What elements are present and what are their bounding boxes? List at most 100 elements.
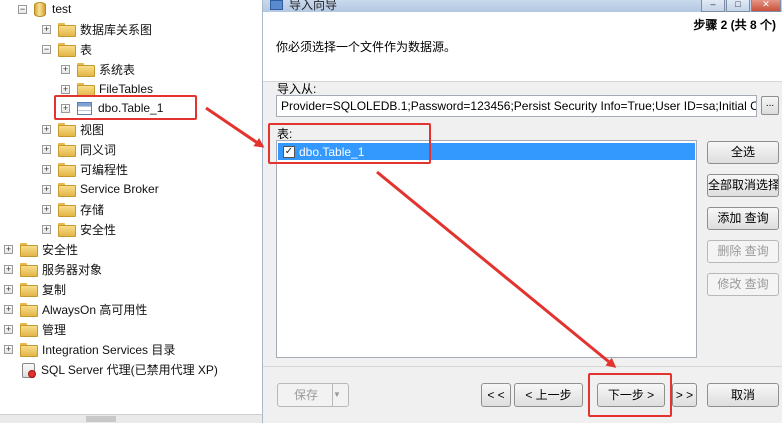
tree-node-system-tables[interactable]: + 系统表 [61, 59, 135, 79]
minimize-button[interactable]: – [701, 0, 725, 12]
tree-node-db-diagrams[interactable]: + 数据库关系图 [42, 19, 152, 39]
folder-icon [58, 123, 76, 137]
tree-node-label: 服务器对象 [42, 262, 103, 277]
folder-icon [58, 43, 76, 57]
add-query-button[interactable]: 添加 查询 [707, 207, 779, 230]
select-all-button[interactable]: 全选 [707, 141, 779, 164]
tree-node-label: 管理 [42, 322, 67, 337]
highlight-box-tree-table [54, 95, 197, 120]
expand-toggle[interactable]: + [61, 64, 70, 74]
instruction-text: 你必须选择一个文件作为数据源。 [276, 40, 457, 54]
folder-icon [58, 183, 76, 197]
tree-node-service-broker[interactable]: + Service Broker [42, 179, 159, 199]
highlight-box-tables-list [268, 123, 431, 164]
tree-node-synonyms[interactable]: + 同义词 [42, 139, 116, 159]
dialog-titlebar: 导入向导 – □ ✕ [263, 0, 782, 12]
expand-toggle[interactable]: + [61, 84, 70, 94]
tables-listbox[interactable]: ✓ dbo.Table_1 [276, 140, 697, 358]
tree-node-label: 存储 [80, 202, 105, 217]
expand-toggle[interactable]: + [42, 144, 51, 154]
expand-toggle[interactable]: + [4, 264, 13, 274]
horizontal-scrollbar[interactable] [0, 414, 262, 423]
folder-icon [20, 323, 38, 337]
tree-node-label: 安全性 [80, 222, 117, 237]
sql-agent-icon [20, 362, 36, 378]
save-label: 保存 [294, 388, 319, 402]
step-indicator: 步骤 2 (共 8 个) [693, 18, 776, 32]
database-icon [34, 1, 46, 17]
tree-node-db-security[interactable]: + 安全性 [42, 219, 116, 239]
tree-node-label: FileTables [99, 82, 154, 96]
folder-icon [20, 263, 38, 277]
object-explorer-tree: − test + 数据库关系图 − 表 + 系统表 + FileTables +… [0, 0, 262, 423]
import-wizard-dialog: 导入向导 – □ ✕ 步骤 2 (共 8 个) 你必须选择一个文件作为数据源。 … [262, 0, 782, 423]
expand-toggle[interactable]: + [4, 284, 13, 294]
folder-icon [58, 223, 76, 237]
expand-toggle[interactable]: + [42, 224, 51, 234]
folder-icon [58, 143, 76, 157]
expand-toggle[interactable]: + [42, 124, 51, 134]
tree-node-label: 数据库关系图 [80, 22, 153, 37]
tree-node-label: Service Broker [80, 182, 159, 196]
expand-toggle[interactable]: + [42, 24, 51, 34]
tree-node-label: 视图 [80, 122, 105, 137]
folder-icon [58, 203, 76, 217]
tree-node-label: 可编程性 [80, 162, 129, 177]
tree-node-label: AlwaysOn 高可用性 [42, 302, 148, 317]
chevron-down-icon[interactable]: ▼ [332, 384, 348, 406]
tree-node-alwayson[interactable]: + AlwaysOn 高可用性 [4, 299, 147, 319]
tree-node-integration-services[interactable]: + Integration Services 目录 [4, 339, 175, 359]
tree-node-server-security[interactable]: + 安全性 [4, 239, 78, 259]
expand-toggle[interactable]: + [4, 344, 13, 354]
expand-toggle[interactable]: + [42, 204, 51, 214]
folder-icon [20, 303, 38, 317]
connection-string-field[interactable]: Provider=SQLOLEDB.1;Password=123456;Pers… [276, 95, 757, 117]
cancel-button[interactable]: 取消 [707, 383, 779, 407]
tree-node-label: test [52, 2, 72, 16]
wizard-app-icon [270, 0, 283, 10]
collapse-toggle[interactable]: − [42, 44, 51, 54]
delete-query-button[interactable]: 删除 查询 [707, 240, 779, 263]
highlight-box-next-button [588, 373, 672, 417]
tree-node-programmability[interactable]: + 可编程性 [42, 159, 128, 179]
maximize-button[interactable]: □ [726, 0, 750, 12]
expand-toggle[interactable]: + [4, 304, 13, 314]
folder-icon [58, 23, 76, 37]
folder-icon [20, 283, 38, 297]
tree-node-label: 复制 [42, 282, 67, 297]
tree-node-management[interactable]: + 管理 [4, 319, 66, 339]
scrollbar-thumb[interactable] [86, 416, 116, 422]
folder-icon [58, 163, 76, 177]
expand-toggle[interactable]: + [42, 164, 51, 174]
folder-icon [77, 83, 95, 97]
folder-icon [77, 63, 95, 77]
tree-node-label: 表 [80, 42, 93, 57]
deselect-all-button[interactable]: 全部取消选择 [707, 174, 779, 197]
folder-icon [20, 343, 38, 357]
last-step-button[interactable]: > > [672, 383, 697, 407]
tree-node-storage[interactable]: + 存储 [42, 199, 104, 219]
tree-node-test-db[interactable]: − test [18, 0, 71, 19]
close-button[interactable]: ✕ [751, 0, 781, 12]
tree-node-label: SQL Server 代理(已禁用代理 XP) [41, 362, 218, 377]
expand-toggle[interactable]: + [4, 324, 13, 334]
folder-icon [20, 243, 38, 257]
expand-toggle[interactable]: + [42, 184, 51, 194]
first-step-button[interactable]: < < [481, 383, 511, 407]
save-button[interactable]: 保存 ▼ [277, 383, 349, 407]
tree-node-sql-agent[interactable]: SQL Server 代理(已禁用代理 XP) [20, 359, 218, 379]
wizard-footer: 保存 ▼ < < < 上一步 下一步 > > > 取消 [263, 366, 782, 423]
expand-toggle[interactable]: + [4, 244, 13, 254]
tree-node-label: 系统表 [99, 62, 136, 77]
tree-node-tables[interactable]: − 表 [42, 39, 92, 59]
modify-query-button[interactable]: 修改 查询 [707, 273, 779, 296]
tree-node-label: 同义词 [80, 142, 117, 157]
browse-button[interactable]: ... [761, 96, 779, 115]
tree-node-replication[interactable]: + 复制 [4, 279, 66, 299]
tree-node-label: Integration Services 目录 [42, 342, 176, 357]
collapse-toggle[interactable]: − [18, 4, 27, 14]
tree-node-label: 安全性 [42, 242, 79, 257]
previous-step-button[interactable]: < 上一步 [514, 383, 583, 407]
tree-node-views[interactable]: + 视图 [42, 119, 104, 139]
tree-node-server-objects[interactable]: + 服务器对象 [4, 259, 102, 279]
